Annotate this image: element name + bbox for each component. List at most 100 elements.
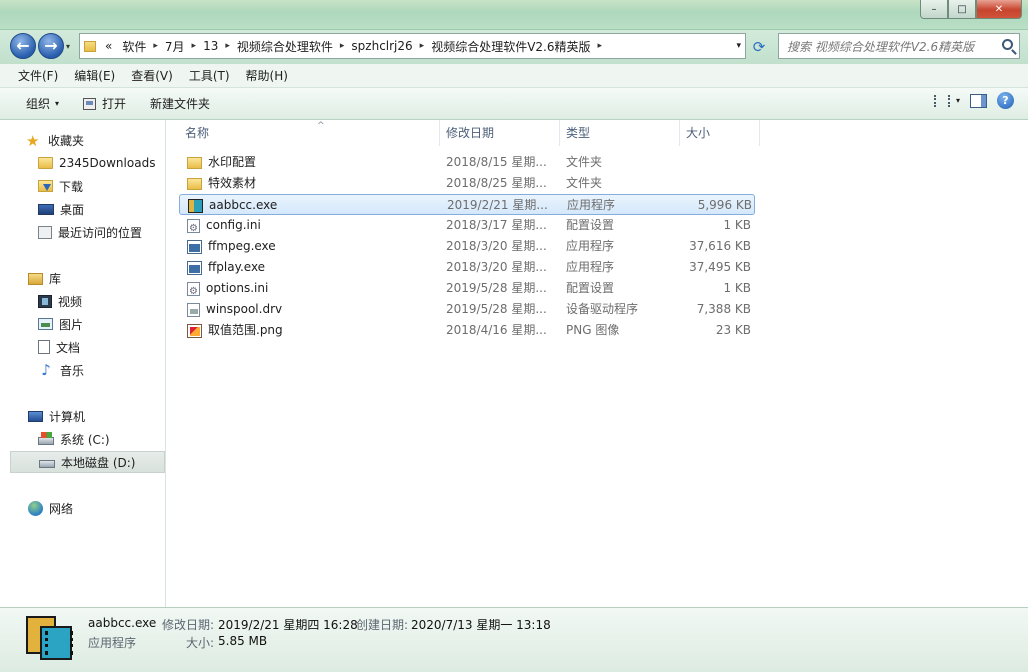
refresh-button[interactable]: ⟳ — [748, 36, 770, 58]
file-row[interactable]: 特效素材 2018/8/25 星期... 文件夹 — [179, 173, 755, 194]
file-name: 特效素材 — [208, 176, 257, 190]
details-modified-value: 2019/2/21 星期四 16:28 — [218, 618, 358, 632]
menu-tools[interactable]: 工具(T) — [181, 67, 238, 84]
file-date: 2019/2/21 星期... — [447, 198, 548, 212]
menu-view[interactable]: 查看(V) — [123, 67, 181, 84]
menu-help[interactable]: 帮助(H) — [238, 67, 296, 84]
breadcrumb-separator-icon[interactable]: ▸ — [596, 41, 605, 51]
sidebar-libraries[interactable]: 库 — [28, 270, 61, 287]
file-row[interactable]: ffplay.exe 2018/3/20 星期... 应用程序 37,495 K… — [179, 257, 755, 278]
sidebar-item-label: 本地磁盘 (D:) — [61, 455, 136, 470]
minimize-button[interactable]: – — [920, 0, 948, 19]
menu-file[interactable]: 文件(F) — [10, 67, 66, 84]
sidebar-group-label: 计算机 — [49, 410, 86, 424]
file-row[interactable]: 取值范围.png 2018/4/16 星期... PNG 图像 23 KB — [179, 320, 755, 341]
file-size: 23 KB — [715, 323, 751, 337]
column-date[interactable]: 修改日期 — [440, 120, 560, 146]
breadcrumb-separator-icon[interactable]: ▸ — [338, 41, 347, 51]
sidebar-item-2345downloads[interactable]: 2345Downloads — [38, 152, 155, 174]
sidebar-item-music[interactable]: ♪ 音乐 — [38, 359, 84, 381]
chevron-down-icon: ▾ — [55, 99, 60, 108]
sidebar-item-pictures[interactable]: 图片 — [38, 313, 83, 335]
breadcrumb-item[interactable]: 13 — [198, 39, 223, 53]
recent-pages-dropdown[interactable]: ▾ — [66, 42, 70, 51]
file-row[interactable]: 水印配置 2018/8/15 星期... 文件夹 — [179, 152, 755, 173]
breadcrumb-separator-icon[interactable]: ▸ — [190, 41, 199, 51]
file-name: winspool.drv — [206, 302, 283, 316]
file-date: 2018/8/15 星期... — [446, 155, 547, 169]
image-file-icon — [187, 323, 202, 338]
file-name: ffplay.exe — [208, 260, 266, 274]
sidebar-item-label: 2345Downloads — [59, 156, 156, 170]
folder-icon — [187, 177, 202, 190]
sidebar-item-label: 音乐 — [60, 363, 85, 378]
breadcrumb-item[interactable]: 视频综合处理软件 — [232, 38, 338, 55]
details-pane: aabbcc.exe 修改日期: 2019/2/21 星期四 16:28 创建日… — [0, 607, 1028, 672]
breadcrumb-item[interactable]: 视频综合处理软件V2.6精英版 — [426, 38, 595, 55]
breadcrumb-item[interactable]: 软件 — [117, 38, 151, 55]
column-type[interactable]: 类型 — [560, 120, 680, 146]
driver-icon — [187, 302, 200, 317]
new-folder-button[interactable]: 新建文件夹 — [138, 92, 222, 116]
file-list: 名称 ^ 修改日期 类型 大小 水印配置 2018/8/15 星期... 文件夹… — [167, 120, 1028, 607]
sidebar-favorites[interactable]: ★ 收藏夹 — [26, 132, 84, 149]
open-button[interactable]: 打开 — [71, 92, 138, 116]
sidebar-item-label: 下载 — [59, 179, 84, 194]
window-controls: – □ ✕ — [920, 0, 1022, 19]
breadcrumb-separator-icon[interactable]: ▸ — [151, 41, 160, 51]
change-view-button[interactable]: ▾ — [933, 94, 960, 107]
file-type: 设备驱动程序 — [566, 302, 639, 316]
file-size — [679, 152, 751, 173]
file-row[interactable]: options.ini 2019/5/28 星期... 配置设置 1 KB — [179, 278, 755, 299]
file-row[interactable]: ffmpeg.exe 2018/3/20 星期... 应用程序 37,616 K… — [179, 236, 755, 257]
breadcrumb-item[interactable]: 7月 — [160, 38, 190, 55]
sidebar-item-desktop[interactable]: 桌面 — [38, 198, 84, 220]
menu-edit[interactable]: 编辑(E) — [66, 67, 123, 84]
file-date: 2018/3/20 星期... — [446, 260, 547, 274]
sidebar-item-videos[interactable]: 视频 — [38, 290, 82, 312]
organize-button[interactable]: 组织 ▾ — [14, 92, 71, 116]
search-input[interactable]: 搜索 视频综合处理软件V2.6精英版 — [778, 33, 1020, 59]
breadcrumb-item[interactable]: spzhclrj26 — [346, 39, 417, 53]
breadcrumb-overflow[interactable]: « — [100, 39, 117, 53]
close-button[interactable]: ✕ — [976, 0, 1022, 19]
file-date: 2018/4/16 星期... — [446, 323, 547, 337]
file-type: 配置设置 — [566, 281, 615, 295]
desktop-icon — [38, 203, 54, 215]
sidebar-item-label: 文档 — [56, 340, 81, 355]
details-size-value: 5.85 MB — [218, 634, 268, 648]
sidebar-item-documents[interactable]: 文档 — [38, 336, 80, 358]
sidebar-item-drive-d[interactable]: 本地磁盘 (D:) — [10, 451, 165, 473]
address-dropdown-icon[interactable]: ▾ — [736, 41, 741, 51]
address-bar[interactable]: « 软件 ▸ 7月 ▸ 13 ▸ 视频综合处理软件 ▸ spzhclrj26 ▸ 视频综合… — [79, 33, 746, 59]
forward-button[interactable]: → — [38, 33, 64, 59]
title-bar: – □ ✕ — [0, 0, 1028, 30]
breadcrumb-separator-icon[interactable]: ▸ — [418, 41, 427, 51]
column-size[interactable]: 大小 — [680, 120, 760, 146]
file-row-selected[interactable]: aabbcc.exe 2019/2/21 星期... 应用程序 5,996 KB — [179, 194, 755, 215]
back-button[interactable]: ← — [10, 33, 36, 59]
file-type: 应用程序 — [566, 239, 615, 253]
sidebar-item-recent[interactable]: 最近访问的位置 — [38, 221, 142, 243]
sidebar-computer[interactable]: 计算机 — [28, 408, 85, 425]
help-icon[interactable]: ? — [997, 92, 1014, 109]
search-icon[interactable] — [1002, 39, 1013, 50]
sidebar-item-drive-c[interactable]: 系统 (C:) — [38, 428, 110, 450]
breadcrumb-separator-icon[interactable]: ▸ — [223, 41, 232, 51]
sidebar-item-downloads[interactable]: 下载 — [38, 175, 83, 197]
file-name: 水印配置 — [208, 155, 257, 169]
views-icon — [933, 94, 950, 107]
file-name: aabbcc.exe — [209, 198, 278, 212]
maximize-button[interactable]: □ — [948, 0, 976, 19]
details-file-name: aabbcc.exe — [88, 616, 157, 630]
file-row[interactable]: winspool.drv 2019/5/28 星期... 设备驱动程序 7,38… — [179, 299, 755, 320]
app-icon — [188, 198, 203, 213]
preview-pane-icon[interactable] — [970, 93, 987, 108]
sidebar-item-label: 桌面 — [60, 202, 85, 217]
column-name[interactable]: 名称 ^ — [179, 120, 440, 146]
refresh-icon: ⟳ — [752, 38, 766, 56]
file-size: 1 KB — [723, 218, 751, 232]
file-size: 37,616 KB — [689, 239, 751, 253]
sidebar-network[interactable]: 网络 — [28, 500, 73, 517]
file-row[interactable]: config.ini 2018/3/17 星期... 配置设置 1 KB — [179, 215, 755, 236]
